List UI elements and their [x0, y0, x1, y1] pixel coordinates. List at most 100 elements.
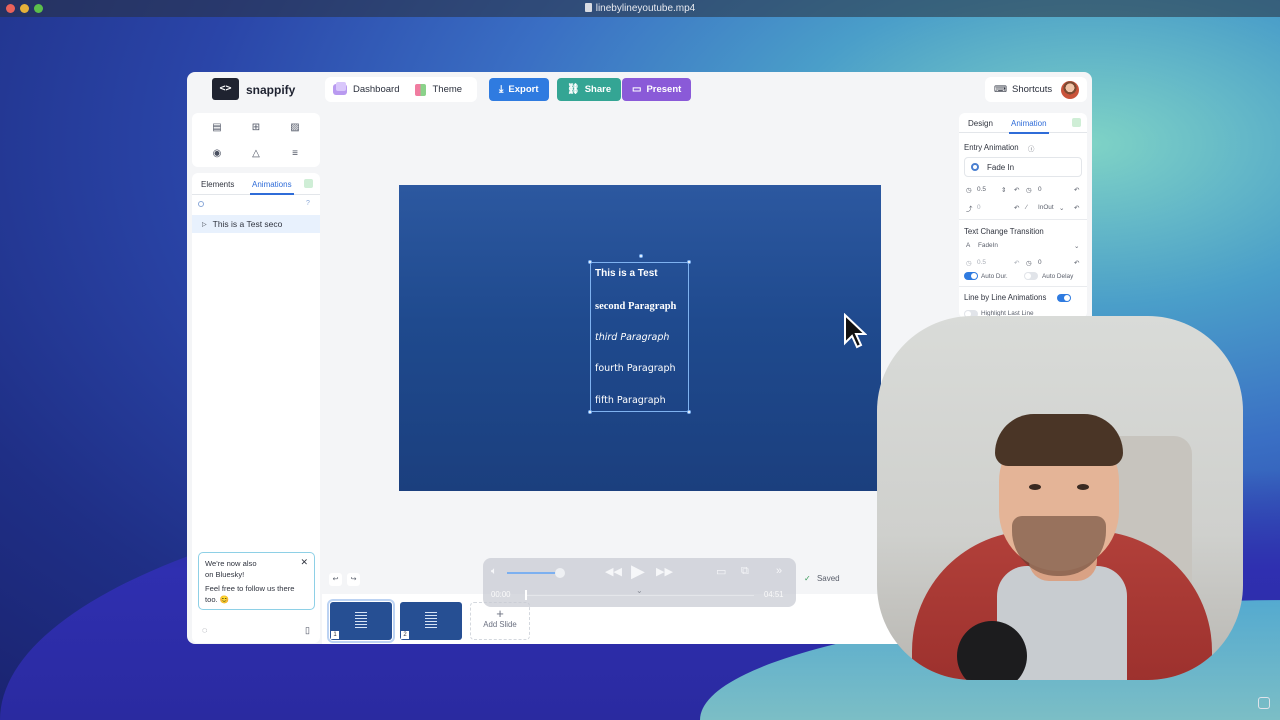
video-title-bar: linebylineyoutube.mp4 [0, 0, 1280, 17]
entry-delay-input[interactable]: 0 [1038, 186, 1042, 193]
help-icon[interactable]: ? [306, 200, 310, 207]
redo-button[interactable]: ↪ [347, 573, 360, 586]
clock-icon: ◷ [1026, 187, 1032, 194]
dashboard-button[interactable]: Dashboard [325, 77, 407, 102]
current-time: 00:00 [491, 590, 511, 599]
chevron-down-icon[interactable]: ⌄ [1074, 242, 1079, 250]
resize-handle[interactable] [588, 260, 592, 264]
offset-icon: ⤴ [966, 206, 973, 213]
help-icon[interactable]: ⓘ [1028, 144, 1034, 153]
divider [959, 219, 1087, 220]
chat-icon[interactable]: ◌ [202, 625, 207, 635]
circle-icon[interactable] [198, 201, 204, 207]
text-change-delay-input[interactable]: 0 [1038, 259, 1042, 266]
auto-delay-label: Auto Delay [1042, 273, 1074, 280]
scrubber-track[interactable] [526, 595, 754, 596]
add-slide-button[interactable]: + Add Slide [470, 602, 530, 640]
book-icon[interactable] [304, 179, 313, 188]
reset-icon[interactable]: ↶ [1074, 186, 1079, 194]
avatar[interactable] [1061, 81, 1079, 99]
end-time: 04:51 [764, 590, 784, 599]
easing-select[interactable]: InOut [1038, 204, 1054, 211]
fast-forward-icon[interactable]: ▶▶ [656, 565, 673, 578]
palette-icon [415, 83, 427, 96]
undo-button[interactable]: ↩ [329, 573, 342, 586]
more-icon[interactable]: » [776, 565, 782, 577]
resize-handle[interactable] [687, 260, 691, 264]
theme-button[interactable]: Theme [407, 77, 470, 102]
nav-group: Dashboard Theme [325, 77, 477, 102]
animation-settings-panel: Design Animation Entry Animation ⓘ Fade … [959, 113, 1087, 318]
tab-animations[interactable]: Animations [250, 180, 294, 195]
slide-thumbnail[interactable]: 1 [327, 599, 395, 643]
brand-name: snappify [246, 83, 296, 97]
book-icon[interactable] [1072, 118, 1081, 127]
chevron-down-icon[interactable]: ⌄ [636, 586, 643, 595]
text-change-duration-input[interactable]: 0.5 [977, 259, 986, 266]
tab-animation[interactable]: Animation [1009, 119, 1049, 134]
divider [959, 286, 1087, 287]
image-icon[interactable]: ▨ [288, 121, 302, 135]
layer-item[interactable]: ▷ This is a Test seco [192, 215, 320, 233]
share-button[interactable]: ⛓ Share [557, 78, 622, 101]
export-button[interactable]: ⤓ Export [489, 78, 549, 101]
chevron-down-icon[interactable]: ⌄ [1059, 204, 1064, 212]
volume-slider-track[interactable] [507, 572, 559, 574]
reset-icon[interactable]: ↶ [1014, 259, 1019, 267]
clock-icon: ◷ [966, 260, 972, 267]
entry-offset-input[interactable]: 0 [977, 204, 981, 211]
shortcuts-group: ⌨ Shortcuts [985, 77, 1087, 102]
scrubber-knob[interactable] [525, 590, 527, 600]
code-block-icon[interactable]: ▤ [210, 121, 224, 135]
text-change-select[interactable]: FadeIn [978, 242, 998, 249]
share-label: Share [584, 84, 612, 95]
resize-handle[interactable] [687, 410, 691, 414]
line-by-line-toggle[interactable] [1057, 294, 1071, 302]
shapes-icon[interactable]: △ [249, 147, 263, 161]
shortcuts-button[interactable]: ⌨ Shortcuts [985, 84, 1052, 95]
slide-canvas[interactable]: This is a Test second Paragraph third Pa… [399, 185, 881, 491]
slide-thumbnail[interactable]: 2 [400, 602, 462, 640]
stepper-icon[interactable]: ⇕ [1001, 186, 1006, 194]
reset-icon[interactable]: ↶ [1074, 204, 1079, 212]
present-button[interactable]: ▭ Present [622, 78, 692, 101]
picture-in-picture-icon[interactable]: ⧉ [741, 565, 749, 578]
download-icon: ⤓ [499, 84, 504, 95]
close-window-button[interactable] [6, 4, 15, 13]
notice-title-line1: We're now also [205, 559, 257, 568]
element-tools: ▤ ⊞ ▨ ◉ △ ≡ [192, 113, 320, 167]
window-controls [6, 4, 43, 13]
entry-duration-input[interactable]: 0.5 [977, 186, 986, 193]
reset-icon[interactable]: ↶ [1014, 204, 1019, 212]
reset-icon[interactable]: ↶ [1014, 186, 1019, 194]
top-bar: <> snappify Dashboard Theme ⤓ Export ⛓ S… [187, 72, 1092, 108]
check-icon: ✓ [804, 574, 811, 583]
more-elements-icon[interactable]: ≡ [288, 147, 302, 161]
auto-duration-toggle[interactable] [964, 272, 978, 280]
entry-animation-select[interactable]: Fade In [964, 157, 1082, 177]
resize-handle[interactable] [588, 410, 592, 414]
left-side-panel: Elements Animations ? ▷ This is a Test s… [192, 173, 320, 643]
rewind-icon[interactable]: ◀◀ [605, 565, 622, 578]
tab-design[interactable]: Design [968, 119, 993, 128]
auto-delay-toggle[interactable] [1024, 272, 1038, 280]
layer-item-label: This is a Test seco [212, 219, 283, 229]
reset-icon[interactable]: ↶ [1074, 259, 1079, 267]
text-lines-icon [425, 612, 437, 628]
docs-icon[interactable]: ▯ [305, 625, 310, 636]
text-box-icon[interactable]: ⊞ [249, 121, 263, 135]
text-element-selection[interactable]: This is a Test second Paragraph third Pa… [588, 254, 691, 414]
minimize-window-button[interactable] [20, 4, 29, 13]
play-icon[interactable]: ▶ [631, 561, 645, 582]
rotate-handle[interactable] [639, 254, 643, 258]
volume-slider-knob[interactable] [555, 568, 565, 578]
play-icon: ▷ [202, 221, 207, 228]
avatar-icon[interactable]: ◉ [210, 147, 224, 161]
volume-icon[interactable]: 🔈︎ [491, 566, 497, 577]
zoom-window-button[interactable] [34, 4, 43, 13]
close-icon[interactable]: ✕ [300, 557, 308, 568]
screenshot-icon[interactable] [1258, 697, 1270, 709]
tab-elements[interactable]: Elements [201, 180, 234, 189]
airplay-icon[interactable]: ▭ [716, 565, 726, 578]
app-logo[interactable]: <> [212, 78, 239, 100]
